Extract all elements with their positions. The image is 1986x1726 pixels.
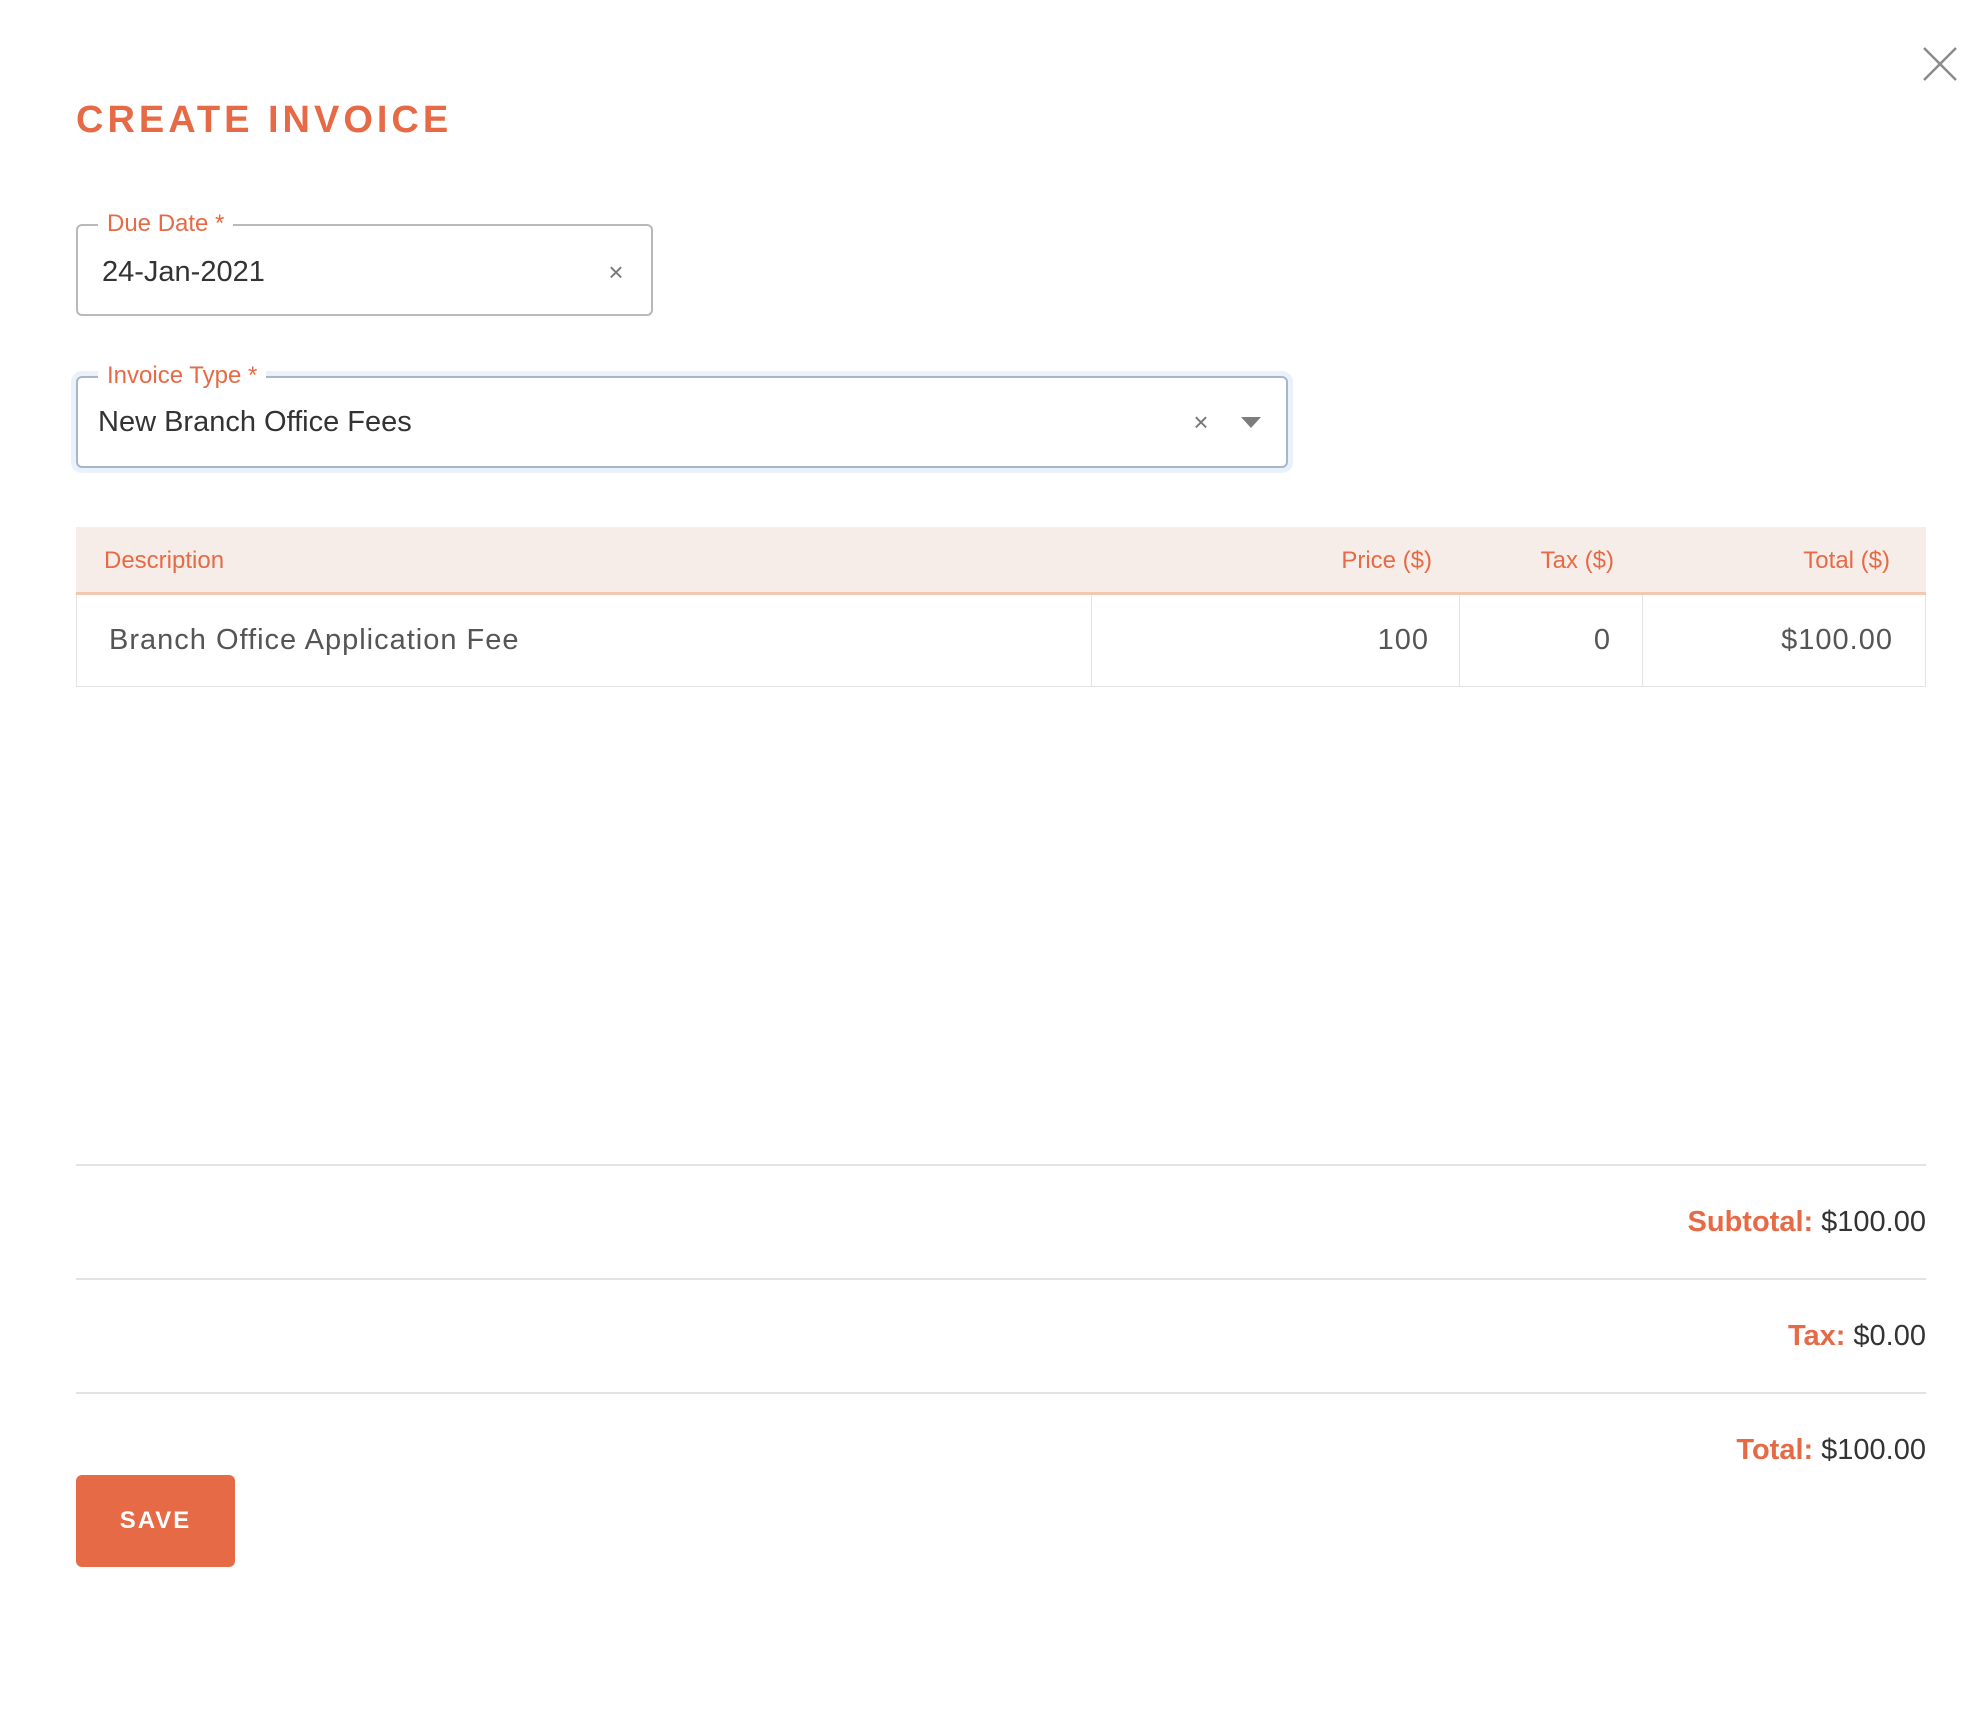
cell-description: Branch Office Application Fee [109, 624, 520, 656]
due-date-value: 24-Jan-2021 [102, 256, 265, 288]
tax-label: Tax: [1787, 1320, 1846, 1352]
line-items-table: Description Price ($) Tax ($) Total ($) … [76, 527, 1926, 687]
column-divider [1642, 595, 1643, 686]
subtotal-label: Subtotal: [1687, 1206, 1814, 1238]
column-header-price: Price ($) [1341, 547, 1432, 574]
dialog-title: CREATE INVOICE [76, 99, 453, 141]
divider [76, 1164, 1926, 1166]
create-invoice-dialog: CREATE INVOICE Due Date * 24-Jan-2021 × … [0, 0, 1986, 1726]
divider [76, 1278, 1926, 1280]
cell-price[interactable]: 100 [1378, 595, 1429, 686]
invoice-type-label: Invoice Type * [98, 361, 267, 391]
tax-row: Tax: $0.00 [1788, 1318, 1926, 1354]
column-header-total: Total ($) [1803, 547, 1890, 574]
cell-tax[interactable]: 0 [1594, 595, 1611, 686]
invoice-type-select[interactable]: Invoice Type * New Branch Office Fees × [76, 361, 1288, 468]
invoice-type-clear-icon[interactable]: × [1188, 404, 1214, 440]
subtotal-row: Subtotal: $100.00 [1688, 1204, 1926, 1240]
table-header: Description Price ($) Tax ($) Total ($) [76, 527, 1926, 595]
due-date-clear-icon[interactable]: × [603, 254, 629, 290]
total-row: Total: $100.00 [1736, 1432, 1926, 1468]
due-date-label: Due Date * [98, 209, 234, 239]
subtotal-value: $100.00 [1821, 1206, 1926, 1238]
divider [76, 1392, 1926, 1394]
total-label: Total: [1736, 1434, 1814, 1466]
chevron-down-icon[interactable] [1241, 417, 1261, 428]
invoice-type-value: New Branch Office Fees [98, 406, 412, 438]
cell-total: $100.00 [1781, 624, 1893, 656]
column-divider [1091, 595, 1092, 686]
due-date-field[interactable]: Due Date * 24-Jan-2021 × [76, 209, 653, 316]
save-button[interactable]: SAVE [76, 1475, 235, 1567]
total-value: $100.00 [1821, 1434, 1926, 1466]
close-icon [1923, 47, 1957, 81]
close-button[interactable] [1920, 44, 1960, 84]
table-row: Branch Office Application Fee 100 0 $100… [76, 595, 1926, 687]
column-divider [1459, 595, 1460, 686]
column-header-description: Description [104, 547, 225, 574]
tax-value: $0.00 [1853, 1320, 1926, 1352]
column-header-tax: Tax ($) [1540, 547, 1614, 574]
